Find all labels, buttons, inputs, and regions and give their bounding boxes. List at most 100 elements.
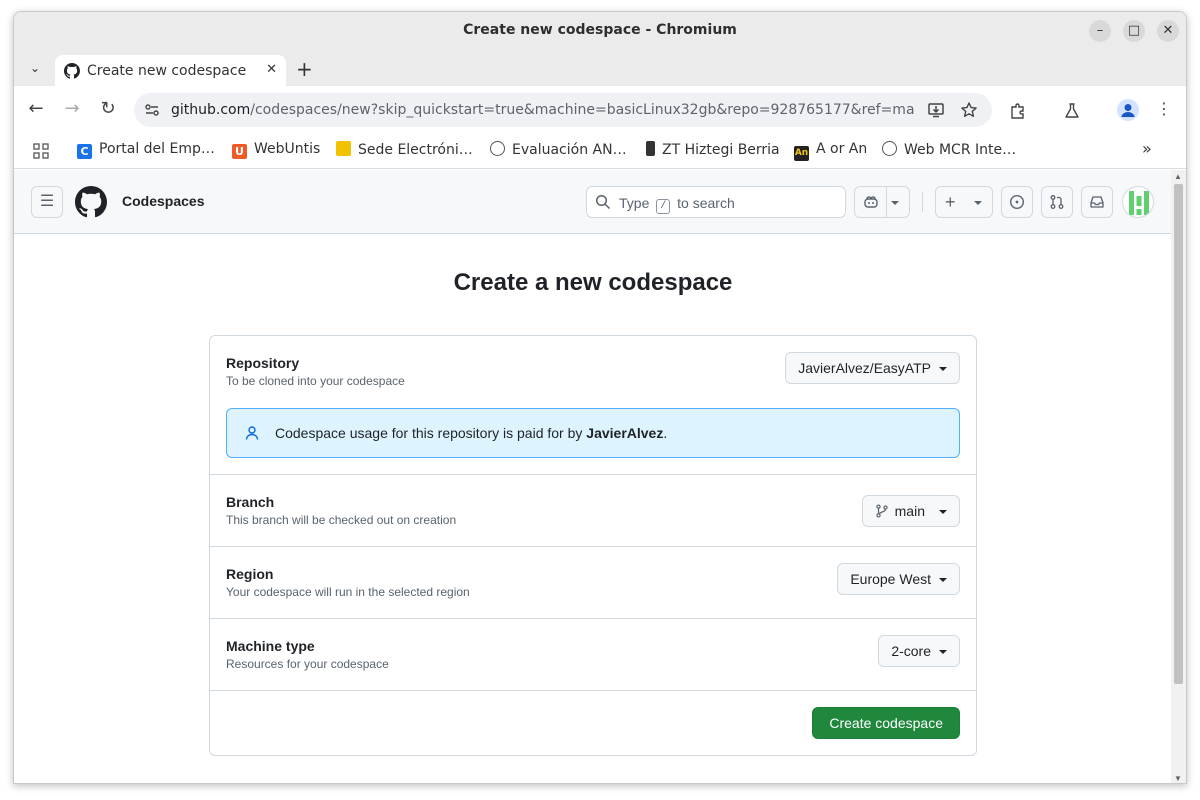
branch-desc: This branch will be checked out on creat… (226, 513, 457, 527)
person-icon (245, 426, 259, 440)
url-path: /codespaces/new?skip_quickstart=true&mac… (250, 102, 915, 118)
spain-shield-favicon-icon (336, 141, 351, 156)
bookmark-portal-empleado[interactable]: C Portal del Emp… (77, 141, 215, 159)
machine-type-label: Machine type (226, 638, 315, 654)
globe-icon (490, 141, 505, 156)
title-bar: Create new codespace - Chromium – □ ✕ (14, 12, 1186, 49)
browser-toolbar: ← → ↻ github.com/codespaces/new?skip_qui… (14, 86, 1186, 133)
user-avatar[interactable] (1122, 186, 1154, 218)
codespace-form: Repository To be cloned into your codesp… (209, 335, 977, 756)
window-title: Create new codespace - Chromium (463, 22, 737, 38)
plus-icon: + (945, 192, 956, 212)
github-page: ☰ Codespaces Type / to search + Create a… (14, 170, 1172, 783)
tab-close-icon[interactable]: ✕ (266, 62, 277, 77)
repository-row: Repository To be cloned into your codesp… (210, 336, 976, 475)
machine-type-select[interactable]: 2-core (878, 635, 960, 667)
extensions-icon[interactable] (1009, 102, 1027, 120)
new-tab-icon[interactable]: + (296, 57, 313, 81)
repository-desc: To be cloned into your codespace (226, 374, 405, 388)
issue-opened-icon (1009, 194, 1025, 210)
repository-label: Repository (226, 355, 300, 371)
bookmarks-overflow-icon[interactable]: » (1142, 139, 1152, 158)
region-desc: Your codespace will run in the selected … (226, 585, 470, 599)
region-label: Region (226, 566, 274, 582)
machine-type-desc: Resources for your codespace (226, 657, 389, 671)
address-bar[interactable]: github.com/codespaces/new?skip_quickstar… (134, 93, 992, 127)
close-window-icon[interactable]: ✕ (1157, 20, 1179, 42)
bookmarks-bar: C Portal del Emp… U WebUntis Sede Electrón… (14, 133, 1186, 169)
bookmark-a-or-an[interactable]: An A or An (794, 141, 867, 161)
zt-favicon-icon (646, 141, 655, 156)
copilot-icon (864, 196, 878, 208)
labs-flask-icon[interactable] (1063, 102, 1081, 120)
portal-favicon-icon: C (77, 144, 92, 159)
inbox-icon (1090, 196, 1104, 208)
branch-select[interactable]: main (861, 495, 960, 527)
scroll-up-icon[interactable]: ▲ (1174, 172, 1182, 181)
billing-notice: Codespace usage for this repository is p… (226, 408, 960, 458)
bookmark-evaluacion[interactable]: Evaluación AN… (490, 141, 627, 158)
globe-icon (882, 141, 897, 156)
scroll-thumb[interactable] (1174, 184, 1183, 684)
branch-row: Branch This branch will be checked out o… (210, 475, 976, 547)
install-app-icon[interactable] (927, 101, 945, 119)
maximize-icon[interactable]: □ (1123, 20, 1145, 42)
search-shortcut-key: / (656, 199, 671, 214)
apps-grid-icon[interactable] (33, 143, 49, 159)
github-logo-icon[interactable] (75, 186, 107, 218)
inbox-button[interactable] (1081, 186, 1113, 218)
chevron-down-icon (939, 510, 947, 514)
git-branch-icon (875, 504, 888, 518)
url-text: github.com/codespaces/new?skip_quickstar… (171, 102, 915, 118)
bookmark-webuntis[interactable]: U WebUntis (232, 141, 320, 159)
billing-owner: JavierAlvez (586, 425, 664, 441)
create-codespace-button[interactable]: Create codespace (812, 707, 960, 739)
chevron-down-icon (939, 650, 947, 654)
reload-icon[interactable]: ↻ (97, 98, 119, 120)
profile-icon[interactable] (1117, 99, 1139, 121)
minimize-icon[interactable]: – (1089, 20, 1111, 42)
branch-label: Branch (226, 494, 275, 510)
search-placeholder: Type / to search (619, 195, 735, 214)
identicon-icon (1129, 191, 1149, 215)
bookmark-zt-hiztegi[interactable]: ZT Hiztegi Berria (646, 141, 780, 158)
chevron-down-icon (939, 578, 947, 582)
search-input[interactable]: Type / to search (586, 186, 846, 218)
copilot-dropdown-icon[interactable] (891, 201, 899, 205)
machine-type-row: Machine type Resources for your codespac… (210, 619, 976, 691)
tab-title: Create new codespace (87, 63, 247, 79)
github-favicon-icon (64, 63, 80, 79)
pull-requests-button[interactable] (1041, 186, 1073, 218)
browser-window: Create new codespace - Chromium – □ ✕ ⌄ … (13, 11, 1187, 784)
forward-icon[interactable]: → (61, 98, 83, 120)
search-icon (595, 194, 611, 210)
bookmark-web-mcr[interactable]: Web MCR Inte… (882, 141, 1016, 158)
repository-select[interactable]: JavierAlvez/EasyATP (785, 352, 960, 384)
webuntis-favicon-icon: U (232, 144, 247, 159)
context-title[interactable]: Codespaces (122, 193, 204, 209)
region-row: Region Your codespace will run in the se… (210, 547, 976, 619)
create-new-button[interactable]: + (935, 186, 993, 218)
bookmark-sede-electronica[interactable]: Sede Electróni… (336, 141, 473, 158)
git-pull-request-icon (1050, 195, 1064, 209)
copilot-button[interactable] (854, 186, 910, 218)
tab-search-chevron-icon[interactable]: ⌄ (22, 55, 48, 81)
scroll-down-icon[interactable]: ▼ (1174, 774, 1182, 783)
page-scrollbar[interactable]: ▲ ▼ (1171, 170, 1186, 783)
url-host: github.com (171, 102, 251, 118)
issues-button[interactable] (1001, 186, 1033, 218)
a-or-an-favicon-icon: An (794, 146, 809, 161)
browser-menu-icon[interactable]: ⋮ (1153, 98, 1175, 120)
github-header: ☰ Codespaces Type / to search + (14, 170, 1172, 234)
billing-notice-text: Codespace usage for this repository is p… (275, 425, 668, 441)
site-info-icon[interactable] (144, 102, 160, 118)
bookmark-star-icon[interactable] (960, 101, 978, 119)
tab-strip: ⌄ Create new codespace ✕ + (14, 49, 1186, 87)
create-dropdown-icon (974, 201, 982, 205)
back-icon[interactable]: ← (25, 98, 47, 120)
hamburger-menu-icon[interactable]: ☰ (31, 186, 63, 218)
chevron-down-icon (939, 367, 947, 371)
region-select[interactable]: Europe West (837, 563, 960, 595)
tab-active[interactable]: Create new codespace ✕ (55, 55, 286, 87)
page-title: Create a new codespace (453, 269, 733, 296)
